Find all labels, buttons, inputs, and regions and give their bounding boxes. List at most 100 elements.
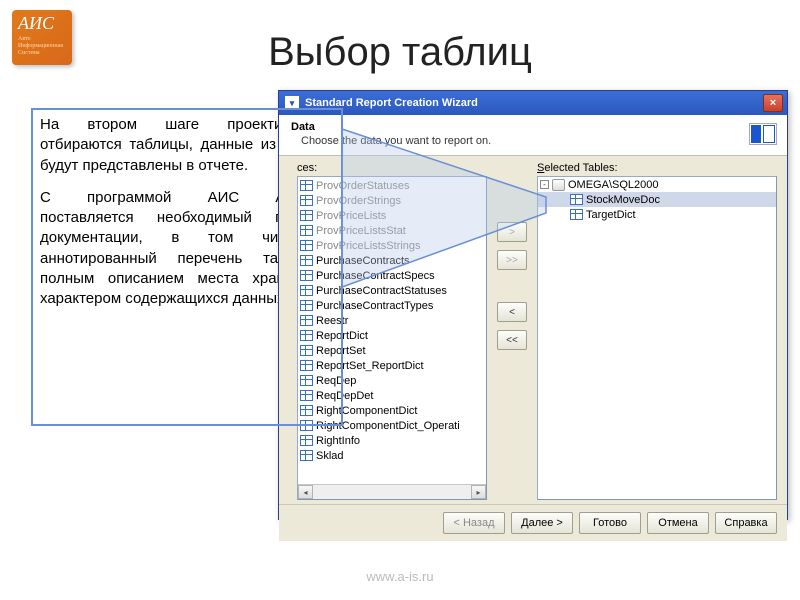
item-label: PurchaseContractTypes [316,300,433,312]
help-button[interactable]: Справка [715,512,777,534]
list-item[interactable]: ProvPriceListsStrings [298,238,486,253]
table-icon [300,315,313,326]
table-icon [570,194,583,205]
list-item[interactable]: ProvPriceListsStat [298,223,486,238]
close-button[interactable]: × [763,94,783,112]
list-item[interactable]: ReportSet_ReportDict [298,358,486,373]
item-label: RightComponentDict [316,405,418,417]
table-icon [300,435,313,446]
table-icon [300,345,313,356]
available-column: ces: ProvOrderStatusesProvOrderStringsPr… [297,162,487,500]
list-item[interactable]: RightInfo [298,433,486,448]
item-label: StockMoveDoc [586,194,660,206]
list-item[interactable]: Sklad [298,448,486,463]
item-label: ProvOrderStrings [316,195,401,207]
finish-button[interactable]: Готово [579,512,641,534]
wizard-buttons: < Назад Далее > Готово Отмена Справка [279,504,787,541]
app-icon: ▾ [285,96,299,110]
wizard-step-subtitle: Choose the data you want to report on. [301,135,777,147]
item-label: Reestr [316,315,348,327]
list-item[interactable]: ProvOrderStrings [298,193,486,208]
transfer-buttons: > >> < << [487,162,537,500]
item-label: PurchaseContractSpecs [316,270,435,282]
selected-tree: - OMEGA\SQL2000 StockMoveDoc TargetDict [538,177,776,222]
table-icon [300,225,313,236]
h-scrollbar[interactable]: ◂ ▸ [298,484,486,499]
add-button[interactable]: > [497,222,527,242]
item-label: ReqDep [316,375,356,387]
table-icon [300,300,313,311]
back-button[interactable]: < Назад [443,512,505,534]
item-label: PurchaseContractStatuses [316,285,447,297]
wizard-step-title: Data [291,121,777,133]
list-item[interactable]: PurchaseContractSpecs [298,268,486,283]
tree-item[interactable]: StockMoveDoc [538,192,776,207]
item-label: ProvPriceLists [316,210,386,222]
table-icon [300,255,313,266]
scroll-track[interactable] [313,485,471,499]
table-icon [300,195,313,206]
table-icon [300,420,313,431]
item-label: ReportSet_ReportDict [316,360,424,372]
window-title: Standard Report Creation Wizard [305,97,763,109]
list-item[interactable]: RightComponentDict_Operati [298,418,486,433]
next-button[interactable]: Далее > [511,512,573,534]
item-label: ProvOrderStatuses [316,180,410,192]
table-icon [300,180,313,191]
available-label: ces: [297,162,487,174]
table-icon [300,450,313,461]
collapse-icon[interactable]: - [540,180,549,189]
item-label: ProvPriceListsStrings [316,240,421,252]
list-item[interactable]: PurchaseContractStatuses [298,283,486,298]
page-title: Выбор таблиц [0,30,800,75]
list-item[interactable]: ReqDepDet [298,388,486,403]
item-label: RightComponentDict_Operati [316,420,460,432]
table-icon [300,405,313,416]
wizard-content: ces: ProvOrderStatusesProvOrderStringsPr… [279,156,787,504]
item-label: Sklad [316,450,344,462]
list-item[interactable]: ProvOrderStatuses [298,178,486,193]
tree-item[interactable]: TargetDict [538,207,776,222]
table-icon [300,390,313,401]
available-listbox[interactable]: ProvOrderStatuses ProvOrderStrings ProvPri… [297,176,487,500]
list-item[interactable]: RightComponentDict [298,403,486,418]
item-label: ProvPriceListsStat [316,225,406,237]
scroll-right-button[interactable]: ▸ [471,485,486,499]
list-item[interactable]: ReportSet [298,343,486,358]
list-item[interactable]: Reestr [298,313,486,328]
data-icon [749,123,777,145]
root-label: OMEGA\SQL2000 [568,179,659,191]
table-icon [300,240,313,251]
list-item[interactable]: PurchaseContracts [298,253,486,268]
table-icon [300,270,313,281]
table-icon [300,330,313,341]
footer-url: www.a-is.ru [0,569,800,584]
cancel-button[interactable]: Отмена [647,512,709,534]
list-item[interactable]: ProvPriceLists [298,208,486,223]
selected-column: Selected Tables: - OMEGA\SQL2000 StockMo… [537,162,777,500]
wizard-header: Data Choose the data you want to report … [279,115,787,156]
table-icon [300,210,313,221]
item-label: ReportSet [316,345,366,357]
database-icon [552,179,565,191]
item-label: RightInfo [316,435,360,447]
wizard-dialog: ▾ Standard Report Creation Wizard × Data… [278,90,788,520]
item-label: ReqDepDet [316,390,373,402]
scroll-left-button[interactable]: ◂ [298,485,313,499]
table-icon [300,360,313,371]
close-icon: × [770,97,776,109]
list-item[interactable]: PurchaseContractTypes [298,298,486,313]
selected-listbox[interactable]: - OMEGA\SQL2000 StockMoveDoc TargetDict [537,176,777,500]
selected-label: Selected Tables: [537,162,777,174]
table-icon [570,209,583,220]
table-icon [300,375,313,386]
remove-all-button[interactable]: << [497,330,527,350]
tree-root[interactable]: - OMEGA\SQL2000 [538,177,776,192]
add-all-button[interactable]: >> [497,250,527,270]
list-item[interactable]: ReportDict [298,328,486,343]
table-icon [300,285,313,296]
item-label: TargetDict [586,209,636,221]
remove-button[interactable]: < [497,302,527,322]
titlebar[interactable]: ▾ Standard Report Creation Wizard × [279,91,787,115]
list-item[interactable]: ReqDep [298,373,486,388]
